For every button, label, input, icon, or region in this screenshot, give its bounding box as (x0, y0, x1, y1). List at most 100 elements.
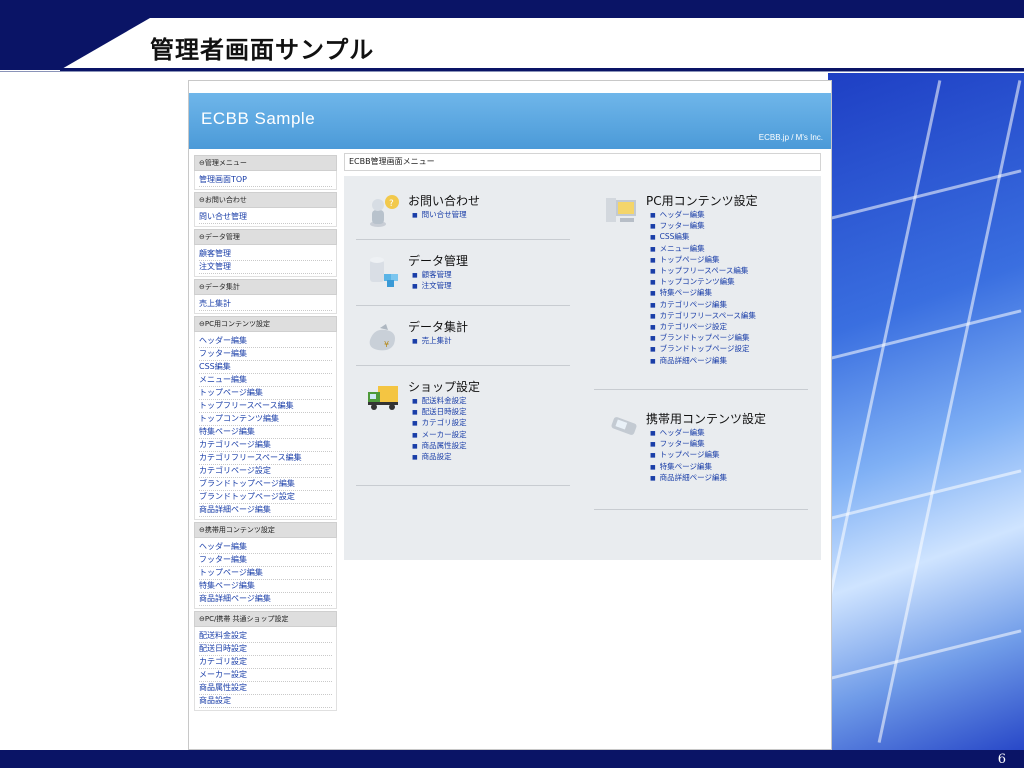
sidebar-item[interactable]: 注文管理 (199, 261, 332, 274)
sidebar-section-heading: ⊖PC/携帯 共通ショップ設定 (194, 611, 337, 627)
sidebar-item[interactable]: トップコンテンツ編集 (199, 413, 332, 426)
sidebar-item[interactable]: 商品属性設定 (199, 682, 332, 695)
svg-text:?: ? (389, 199, 394, 209)
sidebar-item[interactable]: カテゴリフリースペース編集 (199, 452, 332, 465)
sidebar-item[interactable]: ヘッダー編集 (199, 541, 332, 554)
sidebar-item[interactable]: ヘッダー編集 (199, 335, 332, 348)
sidebar-item[interactable]: ブランドトップページ編集 (199, 478, 332, 491)
link-customer-management[interactable]: 顧客管理 (412, 270, 452, 281)
sidebar-section: 問い合せ管理 (194, 208, 337, 227)
block-title-data-management: データ管理 (408, 254, 469, 268)
link-pc-top-free-space-edit[interactable]: トップフリースペース編集 (650, 266, 756, 277)
link-pc-top-page-edit[interactable]: トップページ編集 (650, 255, 756, 266)
desktop-pc-icon (606, 198, 636, 222)
sidebar-menu: ⊖管理メニュー 管理画面TOP ⊖お問い合わせ 問い合せ管理 ⊖データ管理 顧客管理 注文管… (194, 153, 337, 711)
link-product-settings[interactable]: 商品設定 (412, 452, 467, 463)
link-mobile-feature-page-edit[interactable]: 特集ページ編集 (650, 462, 727, 473)
main-menu-panel: ? お問い合わせ 問い合せ管理 データ管理 顧客管理 注文管理 (344, 176, 821, 560)
link-mobile-top-page-edit[interactable]: トップページ編集 (650, 450, 727, 461)
link-maker-settings[interactable]: メーカー設定 (412, 430, 467, 441)
block-title-shop-settings: ショップ設定 (408, 380, 481, 394)
sidebar-item[interactable]: 特集ページ編集 (199, 580, 332, 593)
slide-bottom-band (0, 750, 1024, 768)
app-header: ECBB Sample ECBB.jp / M's Inc. (189, 93, 831, 149)
sidebar-item[interactable]: 管理画面TOP (199, 174, 332, 187)
link-pc-category-page-edit[interactable]: カテゴリページ編集 (650, 300, 756, 311)
sidebar-section: 配送料金設定 配送日時設定 カテゴリ設定 メーカー設定 商品属性設定 商品設定 (194, 627, 337, 711)
block-data-management: データ管理 顧客管理 注文管理 (356, 250, 570, 306)
block-shop-settings: ショップ設定 配送料金設定 配送日時設定 カテゴリ設定 メーカー設定 商品属性設… (356, 376, 570, 486)
sidebar-item[interactable]: ブランドトップページ設定 (199, 491, 332, 504)
credit-text[interactable]: ECBB.jp / M's Inc. (759, 133, 823, 142)
page-number: 6 (997, 752, 1006, 767)
link-pc-category-free-space-edit[interactable]: カテゴリフリースペース編集 (650, 311, 756, 322)
sidebar-item[interactable]: トップフリースペース編集 (199, 400, 332, 413)
sidebar-item[interactable]: メニュー編集 (199, 374, 332, 387)
sidebar-item[interactable]: CSS編集 (199, 361, 332, 374)
link-pc-category-page-settings[interactable]: カテゴリページ設定 (650, 322, 756, 333)
database-icon (370, 257, 398, 287)
link-category-settings[interactable]: カテゴリ設定 (412, 418, 467, 429)
block-data-aggregation: ¥ データ集計 売上集計 (356, 316, 570, 366)
sidebar-item[interactable]: フッター編集 (199, 554, 332, 567)
sidebar-item[interactable]: メーカー設定 (199, 669, 332, 682)
link-delivery-time-settings[interactable]: 配送日時設定 (412, 407, 467, 418)
sidebar-section: ヘッダー編集 フッター編集 トップページ編集 特集ページ編集 商品詳細ページ編集 (194, 538, 337, 609)
block-inquiry: ? お問い合わせ 問い合せ管理 (356, 190, 570, 240)
sidebar-item[interactable]: カテゴリページ編集 (199, 439, 332, 452)
sidebar-item[interactable]: トップページ編集 (199, 567, 332, 580)
link-inquiry-management[interactable]: 問い合せ管理 (412, 210, 467, 221)
sidebar-item[interactable]: 配送日時設定 (199, 643, 332, 656)
mobile-phone-icon (611, 417, 637, 435)
link-pc-menu-edit[interactable]: メニュー編集 (650, 244, 756, 255)
sidebar-item[interactable]: 顧客管理 (199, 248, 332, 261)
link-pc-top-contents-edit[interactable]: トップコンテンツ編集 (650, 277, 756, 288)
sidebar-section: 顧客管理 注文管理 (194, 245, 337, 277)
link-pc-brand-top-page-edit[interactable]: ブランドトップページ編集 (650, 333, 756, 344)
sidebar-section-heading: ⊖お問い合わせ (194, 192, 337, 208)
sidebar-item[interactable]: カテゴリページ設定 (199, 465, 332, 478)
main-menu-heading: ECBB管理画面メニュー (344, 153, 821, 171)
link-pc-css-edit[interactable]: CSS編集 (650, 232, 756, 243)
brand-title[interactable]: ECBB Sample (201, 109, 315, 129)
sidebar-item[interactable]: 売上集計 (199, 298, 332, 311)
link-shipping-fee-settings[interactable]: 配送料金設定 (412, 396, 467, 407)
sidebar-section: 管理画面TOP (194, 171, 337, 190)
link-product-attribute-settings[interactable]: 商品属性設定 (412, 441, 467, 452)
block-title-data-aggregation: データ集計 (408, 320, 469, 334)
title-underline-thin (0, 71, 1024, 72)
sidebar-item[interactable]: カテゴリ設定 (199, 656, 332, 669)
block-mobile-content-settings: 携帯用コンテンツ設定 ヘッダー編集 フッター編集 トップページ編集 特集ページ編… (594, 408, 808, 510)
link-pc-product-detail-page-edit[interactable]: 商品詳細ページ編集 (650, 356, 756, 367)
sidebar-item[interactable]: 商品設定 (199, 695, 332, 708)
link-mobile-footer-edit[interactable]: フッター編集 (650, 439, 727, 450)
link-mobile-product-detail-page-edit[interactable]: 商品詳細ページ編集 (650, 473, 727, 484)
slide-title: 管理者画面サンプル (150, 36, 375, 64)
sidebar-item[interactable]: 商品詳細ページ編集 (199, 504, 332, 517)
delivery-truck-icon (368, 386, 398, 410)
link-pc-header-edit[interactable]: ヘッダー編集 (650, 210, 756, 221)
sidebar-item[interactable]: 商品詳細ページ編集 (199, 593, 332, 606)
sidebar-section-heading: ⊖データ集計 (194, 279, 337, 295)
block-title-pc-content-settings: PC用コンテンツ設定 (646, 194, 758, 208)
block-title-inquiry: お問い合わせ (408, 194, 481, 208)
link-pc-feature-page-edit[interactable]: 特集ページ編集 (650, 288, 756, 299)
sidebar-section-heading: ⊖携帯用コンテンツ設定 (194, 522, 337, 538)
sidebar-section-heading: ⊖PC用コンテンツ設定 (194, 316, 337, 332)
money-bag-icon: ¥ (369, 324, 395, 351)
block-title-mobile-content-settings: 携帯用コンテンツ設定 (646, 412, 767, 426)
sidebar-item[interactable]: 特集ページ編集 (199, 426, 332, 439)
link-sales-aggregation[interactable]: 売上集計 (412, 336, 452, 347)
svg-text:¥: ¥ (384, 340, 389, 349)
link-order-management[interactable]: 注文管理 (412, 281, 452, 292)
admin-screenshot: ECBB Sample ECBB.jp / M's Inc. ⊖管理メニュー 管理… (188, 80, 832, 750)
link-mobile-header-edit[interactable]: ヘッダー編集 (650, 428, 727, 439)
link-pc-brand-top-page-settings[interactable]: ブランドトップページ設定 (650, 344, 756, 355)
sidebar-item[interactable]: フッター編集 (199, 348, 332, 361)
sidebar-item[interactable]: 配送料金設定 (199, 630, 332, 643)
link-pc-footer-edit[interactable]: フッター編集 (650, 221, 756, 232)
block-pc-content-settings: PC用コンテンツ設定 ヘッダー編集 フッター編集 CSS編集 メニュー編集 トッ… (594, 190, 808, 390)
sidebar-section-heading: ⊖管理メニュー (194, 155, 337, 171)
sidebar-item[interactable]: 問い合せ管理 (199, 211, 332, 224)
sidebar-item[interactable]: トップページ編集 (199, 387, 332, 400)
